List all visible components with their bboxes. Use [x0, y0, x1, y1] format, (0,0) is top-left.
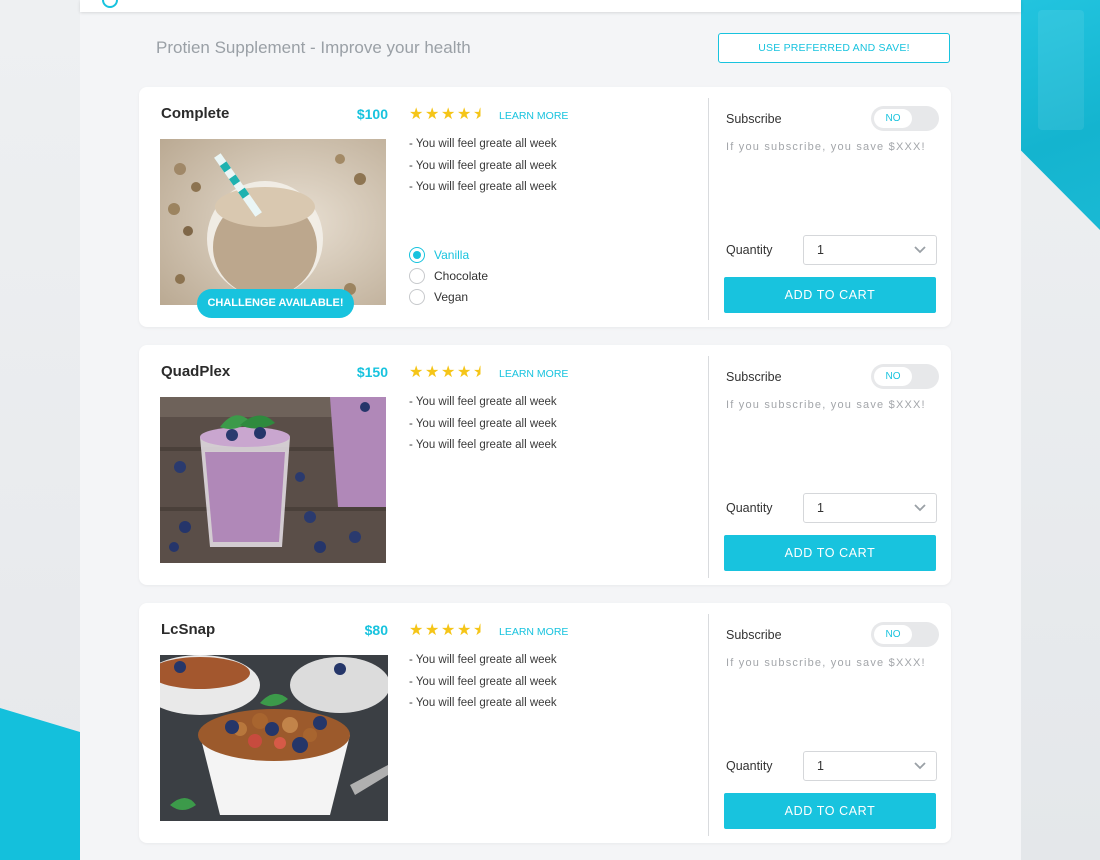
page-title: Protien Supplement - Improve your health [156, 38, 471, 57]
feature-item: - You will feel greate all week [409, 138, 557, 150]
card-divider [708, 614, 709, 836]
star-half-icon: ★ [473, 364, 488, 381]
feature-item: - You will feel greate all week [409, 417, 557, 430]
product-price: $80 [364, 622, 388, 638]
feature-list: - You will feel greate all week - You wi… [409, 393, 557, 458]
granola-bowl-icon [160, 655, 388, 821]
subscribe-label: Subscribe [726, 112, 782, 126]
subscribe-toggle[interactable]: NO [871, 622, 939, 647]
flavor-label: Vegan [434, 289, 469, 304]
toggle-knob: NO [874, 109, 912, 128]
flavor-options: Vanilla Chocolate Vegan [409, 244, 488, 307]
product-card-complete: Complete $100 CHALLENGE AVAILABLE! ★ ★ ★… [139, 87, 951, 327]
subscribe-toggle[interactable]: NO [871, 364, 939, 389]
subscribe-save-note: If you subscribe, you save $XXX! [726, 141, 926, 153]
add-to-cart-button[interactable]: ADD TO CART [724, 535, 936, 571]
quantity-value: 1 [817, 759, 824, 773]
add-to-cart-button[interactable]: ADD TO CART [724, 277, 936, 313]
logo-icon[interactable] [102, 0, 118, 8]
product-image-granola [160, 655, 388, 821]
feature-item: - You will feel greate all week [409, 654, 557, 666]
product-name: QuadPlex [161, 363, 231, 380]
star-icon: ★ [425, 622, 440, 639]
star-icon: ★ [457, 622, 472, 639]
radio-unchecked-icon[interactable] [409, 288, 425, 305]
quantity-select[interactable]: 1 [803, 493, 937, 523]
star-icon: ★ [409, 364, 424, 381]
rating-stars: ★ ★ ★ ★ ★ [409, 107, 488, 123]
quantity-select[interactable]: 1 [803, 235, 937, 265]
card-divider [708, 356, 709, 578]
add-to-cart-button[interactable]: ADD TO CART [724, 793, 936, 829]
quantity-value: 1 [817, 501, 824, 515]
star-icon: ★ [441, 106, 456, 123]
star-icon: ★ [425, 364, 440, 381]
star-icon: ★ [441, 622, 456, 639]
top-bar [80, 0, 1021, 12]
feature-item: - You will feel greate all week [409, 181, 557, 193]
radio-checked-icon[interactable] [409, 246, 425, 263]
product-card-quadplex: QuadPlex $150 ★ ★ ★ ★ ★ LEARN MORE - You… [139, 345, 951, 585]
quantity-label: Quantity [726, 759, 773, 773]
flavor-label: Vanilla [434, 247, 470, 262]
toggle-knob: NO [874, 367, 912, 386]
subscribe-save-note: If you subscribe, you save $XXX! [726, 399, 926, 411]
chevron-down-icon [914, 246, 926, 254]
quantity-value: 1 [817, 243, 824, 257]
learn-more-link[interactable]: LEARN MORE [499, 626, 568, 638]
product-image-shake [160, 139, 386, 305]
feature-item: - You will feel greate all week [409, 439, 557, 451]
chevron-down-icon [914, 504, 926, 512]
learn-more-link[interactable]: LEARN MORE [499, 110, 568, 122]
product-card-lcsnap: LcSnap $80 ★ ★ ★ ★ ★ LEARN MORE - You wi… [139, 603, 951, 843]
quantity-label: Quantity [726, 243, 773, 257]
star-icon: ★ [441, 364, 456, 381]
flavor-option-vanilla[interactable]: Vanilla [409, 244, 488, 265]
learn-more-link[interactable]: LEARN MORE [499, 368, 568, 380]
rating-stars: ★ ★ ★ ★ ★ [409, 623, 488, 639]
star-icon: ★ [409, 622, 424, 639]
star-half-icon: ★ [473, 106, 488, 123]
flavor-option-vegan[interactable]: Vegan [409, 286, 488, 307]
flavor-option-chocolate[interactable]: Chocolate [409, 265, 488, 286]
product-price: $150 [356, 364, 388, 380]
flavor-label: Chocolate [434, 268, 489, 283]
subscribe-label: Subscribe [726, 628, 782, 642]
blueberry-smoothie-icon [160, 397, 386, 563]
feature-item: - You will feel greate all week [409, 697, 557, 709]
product-name: Complete [161, 105, 230, 122]
main-panel: Protien Supplement - Improve your health… [80, 0, 1021, 860]
subscribe-toggle[interactable]: NO [871, 106, 939, 131]
star-half-icon: ★ [473, 622, 488, 639]
quantity-label: Quantity [726, 501, 773, 515]
feature-item: - You will feel greate all week [409, 675, 557, 688]
feature-item: - You will feel greate all week [409, 159, 557, 172]
rating-stars: ★ ★ ★ ★ ★ [409, 365, 488, 381]
radio-unchecked-icon[interactable] [409, 267, 425, 284]
toggle-knob: NO [874, 625, 912, 644]
card-divider [708, 98, 709, 320]
product-image-smoothie [160, 397, 386, 563]
product-price: $100 [356, 106, 388, 122]
feature-item: - You will feel greate all week [409, 396, 557, 408]
star-icon: ★ [457, 364, 472, 381]
use-preferred-button[interactable]: USE PREFERRED AND SAVE! [718, 33, 950, 63]
feature-list: - You will feel greate all week - You wi… [409, 135, 557, 200]
shake-jar-icon [160, 139, 386, 305]
subscribe-save-note: If you subscribe, you save $XXX! [726, 657, 926, 669]
product-name: LcSnap [161, 621, 216, 638]
star-icon: ★ [409, 106, 424, 123]
chevron-down-icon [914, 762, 926, 770]
feature-list: - You will feel greate all week - You wi… [409, 651, 557, 716]
challenge-available-badge[interactable]: CHALLENGE AVAILABLE! [197, 289, 354, 318]
star-icon: ★ [457, 106, 472, 123]
star-icon: ★ [425, 106, 440, 123]
subscribe-label: Subscribe [726, 370, 782, 384]
quantity-select[interactable]: 1 [803, 751, 937, 781]
